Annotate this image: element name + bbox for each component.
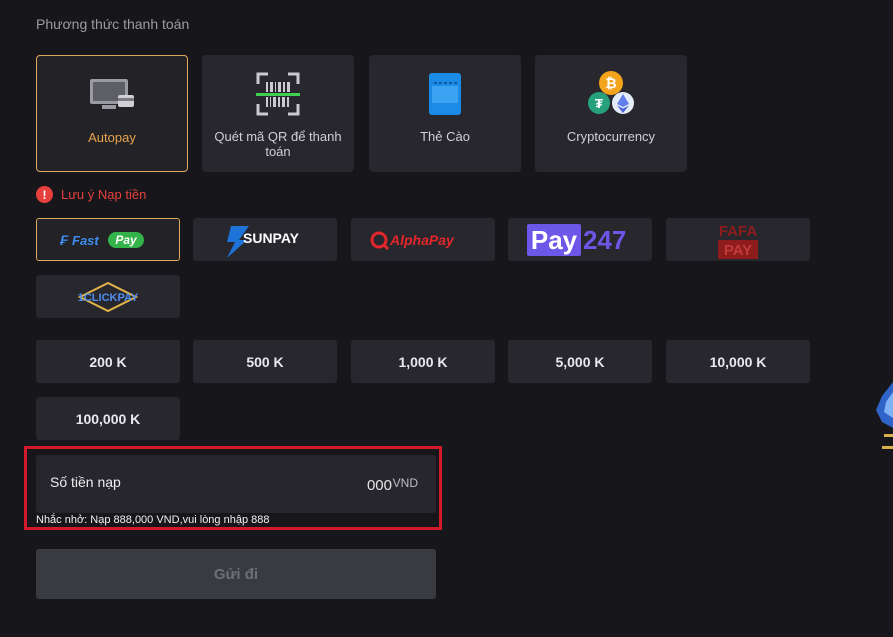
1clickpay-logo: 1CLICKPAY (78, 281, 139, 312)
fafapay-logo: FAFA PAY (718, 223, 758, 259)
crypto-coins-icon: ₿ ₮ (535, 71, 687, 115)
deposit-amount-row: Số tiền nạp VND (36, 455, 436, 513)
method-label: Cryptocurrency (566, 129, 656, 144)
svg-text:Pay: Pay (531, 225, 578, 255)
amount-option[interactable]: 10,000 K (666, 340, 810, 383)
svg-text:₿: ₿ (605, 75, 616, 91)
amount-option[interactable]: 100,000 K (36, 397, 180, 440)
svg-text:AlphaPay: AlphaPay (389, 232, 455, 248)
provider-fafapay[interactable]: FAFA PAY (666, 218, 810, 261)
svg-text:FAFA: FAFA (719, 223, 758, 240)
svg-text:Fast: Fast (72, 233, 99, 248)
svg-text:SUNPAY: SUNPAY (243, 230, 300, 246)
method-crypto[interactable]: ₿ ₮ Cryptocurrency (535, 55, 687, 172)
amount-option[interactable]: 5,000 K (508, 340, 652, 383)
svg-text:PAY: PAY (724, 242, 752, 259)
svg-text:₮: ₮ (595, 96, 603, 111)
method-autopay[interactable]: Autopay (36, 55, 188, 172)
mascot-icon (876, 382, 893, 449)
pay247-logo: Pay 247 (527, 223, 626, 256)
amount-option[interactable]: 500 K (193, 340, 337, 383)
provider-sunpay[interactable]: SUNPAY (193, 218, 337, 261)
scratch-card-icon (369, 73, 521, 115)
method-label: Autopay (88, 130, 136, 145)
monitor-card-icon (37, 74, 187, 116)
amount-option[interactable]: 1,000 K (351, 340, 495, 383)
provider-fastpay[interactable]: ₣ Fast Pay (36, 218, 180, 261)
svg-text:₣: ₣ (59, 232, 69, 248)
currency-unit: VND (392, 476, 418, 490)
method-scratch-card[interactable]: Thẻ Cào (369, 55, 521, 172)
deposit-amount-input[interactable] (240, 472, 394, 498)
method-label: Quét mã QR để thanh toán (214, 129, 342, 159)
deposit-hint: Nhắc nhở: Nạp 888,000 VND,vui lòng nhập … (36, 514, 270, 526)
alphapay-logo: AlphaPay (370, 231, 455, 250)
section-title: Phương thức thanh toán (36, 16, 190, 32)
deposit-notice-link[interactable]: ! Lưu ý Nạp tiền (36, 186, 146, 203)
qr-scan-icon (202, 72, 354, 116)
method-label: Thẻ Cào (420, 129, 470, 144)
deposit-amount-label: Số tiền nạp (50, 474, 121, 490)
provider-alphapay[interactable]: AlphaPay (351, 218, 495, 261)
svg-text:1CLICKPAY: 1CLICKPAY (78, 292, 139, 304)
method-qr[interactable]: Quét mã QR để thanh toán (202, 55, 354, 172)
submit-button[interactable]: Gửi đi (36, 549, 436, 599)
provider-1clickpay[interactable]: 1CLICKPAY (36, 275, 180, 318)
amount-option[interactable]: 200 K (36, 340, 180, 383)
svg-text:Pay: Pay (115, 233, 138, 247)
svg-text:247: 247 (583, 225, 626, 255)
notice-label: Lưu ý Nạp tiền (61, 187, 147, 202)
provider-pay247[interactable]: Pay 247 (508, 218, 652, 261)
fastpay-logo: ₣ Fast Pay (59, 231, 144, 248)
sunpay-logo: SUNPAY (227, 225, 300, 258)
exclamation-icon: ! (36, 186, 53, 203)
